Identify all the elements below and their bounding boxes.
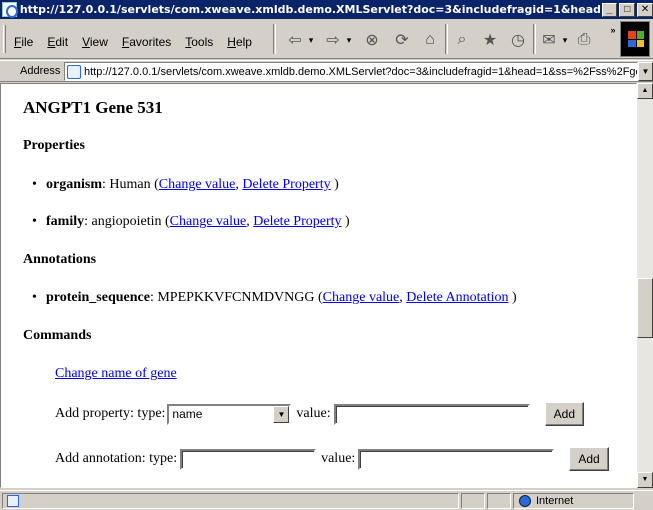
globe-icon: [519, 495, 531, 507]
menu-favorites[interactable]: Favorites: [122, 35, 171, 49]
search-icon[interactable]: ⌕: [450, 29, 474, 51]
print-icon[interactable]: ⎙: [572, 29, 596, 51]
resize-grip[interactable]: [636, 493, 651, 509]
status-cell: [461, 493, 485, 509]
zone-cell: Internet: [513, 493, 634, 509]
change-value-link[interactable]: Change value: [323, 290, 400, 305]
forward-dropdown-icon[interactable]: ▾: [344, 29, 354, 51]
property-value: : Human (: [102, 177, 159, 192]
status-cell: [487, 493, 511, 509]
address-input[interactable]: http://127.0.0.1/servlets/com.xweave.xml…: [64, 62, 638, 81]
add-annotation-row: Add annotation: type: value: Add: [55, 447, 609, 471]
delete-annotation-link[interactable]: Delete Annotation: [406, 290, 508, 305]
windows-flag-icon: [628, 31, 644, 47]
mail-dropdown-icon[interactable]: ▾: [560, 29, 570, 51]
annotations-heading: Annotations: [23, 252, 97, 267]
forward-icon[interactable]: ⇨: [322, 29, 344, 51]
mail-icon[interactable]: ✉: [538, 29, 560, 51]
properties-heading: Properties: [23, 138, 85, 153]
minimize-button[interactable]: _: [601, 2, 618, 17]
stop-icon[interactable]: ⊗: [360, 29, 384, 51]
status-text-cell: [2, 493, 459, 509]
address-bar: Address http://127.0.0.1/servlets/com.xw…: [0, 60, 653, 82]
vertical-scrollbar[interactable]: ▲ ▼: [637, 83, 653, 488]
status-bar: Internet: [0, 490, 653, 510]
add-property-button[interactable]: Add: [544, 402, 584, 426]
scroll-thumb[interactable]: [637, 278, 653, 338]
close-button[interactable]: ✕: [637, 2, 653, 17]
annotation-item: protein_sequence: MPEPKKVFCNMDVNGG (Chan…: [32, 290, 517, 306]
ie-icon: [2, 2, 18, 18]
menu-handle: [3, 25, 6, 53]
property-name: family: [46, 214, 85, 229]
toolbar-separator: [445, 24, 448, 54]
property-name: organism: [46, 177, 102, 192]
back-dropdown-icon[interactable]: ▾: [306, 29, 316, 51]
address-dropdown-button[interactable]: ▼: [638, 62, 653, 81]
paren-close: ): [341, 214, 350, 229]
refresh-icon[interactable]: ⟳: [390, 29, 414, 51]
annotation-value-input[interactable]: [358, 448, 555, 470]
add-property-label: Add property: type:: [55, 406, 166, 421]
page-title: ANGPT1 Gene 531: [23, 98, 163, 117]
address-label: Address: [20, 65, 61, 77]
change-name-row: Change name of gene: [55, 366, 177, 382]
add-annotation-label: Add annotation: type:: [55, 451, 178, 466]
paren-close: ): [330, 177, 339, 192]
annotation-value-label: value:: [321, 451, 356, 466]
menu-toolbar: File Edit View Favorites Tools Help ⇦ ▾ …: [0, 19, 653, 59]
property-type-value: name: [172, 407, 203, 421]
menu-view[interactable]: View: [82, 35, 108, 49]
title-bar: http://127.0.0.1/servlets/com.xweave.xml…: [0, 0, 653, 19]
annotation-type-input[interactable]: [180, 448, 317, 470]
address-url[interactable]: http://127.0.0.1/servlets/com.xweave.xml…: [84, 66, 637, 78]
property-item: organism: Human (Change value, Delete Pr…: [32, 177, 339, 193]
menu-file[interactable]: File: [14, 35, 33, 49]
history-icon[interactable]: ◷: [506, 29, 530, 51]
change-value-link[interactable]: Change value: [159, 177, 236, 192]
property-value-label: value:: [296, 406, 331, 421]
property-value: : angiopoietin (: [84, 214, 170, 229]
windows-logo: [620, 21, 650, 57]
maximize-button[interactable]: □: [619, 2, 636, 17]
window-title: http://127.0.0.1/servlets/com.xweave.xml…: [19, 3, 600, 16]
property-value-input[interactable]: [333, 403, 530, 425]
toolbar-separator: [533, 24, 536, 54]
scroll-down-icon[interactable]: ▼: [637, 472, 653, 488]
annotation-name: protein_sequence: [46, 290, 150, 305]
home-icon[interactable]: ⌂: [418, 29, 442, 51]
property-type-select[interactable]: name ▼: [167, 403, 292, 425]
add-property-row: Add property: type: name ▼ value: Add: [55, 402, 584, 426]
delete-property-link[interactable]: Delete Property: [253, 214, 341, 229]
page-status-icon: [7, 495, 19, 507]
paren-close: ): [508, 290, 517, 305]
page-icon: [67, 64, 81, 79]
annotation-value: : MPEPKKVFCNMDVNGG (: [149, 290, 323, 305]
delete-property-link[interactable]: Delete Property: [242, 177, 330, 192]
property-item: family: angiopoietin (Change value, Dele…: [32, 214, 350, 230]
more-chevron-icon[interactable]: »: [607, 25, 619, 35]
menu-tools[interactable]: Tools: [185, 35, 213, 49]
menu-bar: File Edit View Favorites Tools Help: [14, 35, 266, 49]
menu-edit[interactable]: Edit: [47, 35, 68, 49]
menu-help[interactable]: Help: [227, 35, 252, 49]
change-name-link[interactable]: Change name of gene: [55, 366, 177, 382]
change-value-link[interactable]: Change value: [170, 214, 247, 229]
zone-label: Internet: [536, 495, 574, 507]
scroll-up-icon[interactable]: ▲: [637, 83, 653, 99]
commands-heading: Commands: [23, 328, 92, 343]
back-icon[interactable]: ⇦: [284, 29, 306, 51]
page-content: ANGPT1 Gene 531 Properties organism: Hum…: [0, 83, 637, 488]
add-annotation-button[interactable]: Add: [569, 447, 609, 471]
favorites-icon[interactable]: ★: [478, 29, 502, 51]
toolbar-separator: [273, 24, 276, 54]
chevron-down-icon[interactable]: ▼: [273, 405, 290, 423]
